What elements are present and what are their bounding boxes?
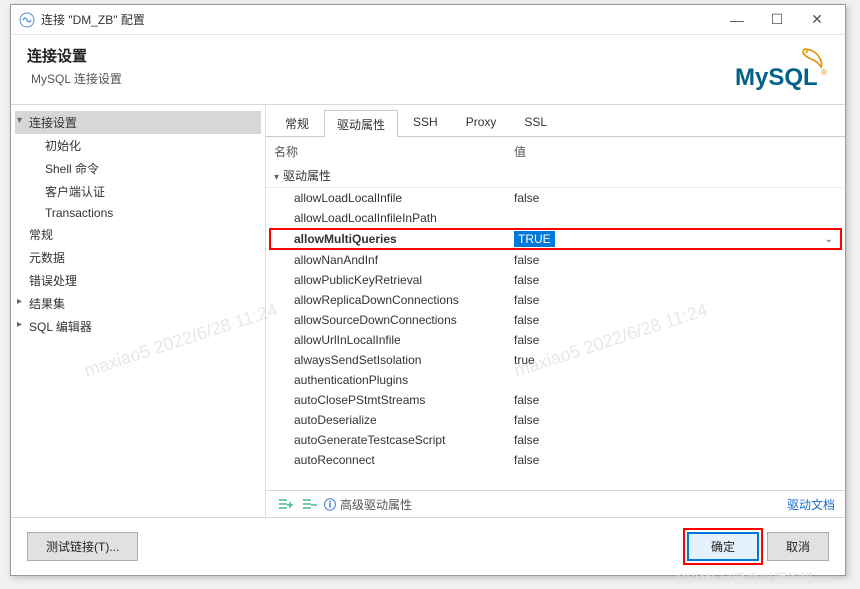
prop-value[interactable]: false bbox=[514, 313, 835, 327]
window-title: 连接 "DM_ZB" 配置 bbox=[41, 11, 717, 28]
chevron-down-icon[interactable]: ⌄ bbox=[825, 234, 833, 245]
col-name: 名称 bbox=[274, 143, 514, 160]
titlebar: 连接 "DM_ZB" 配置 — ☐ ✕ bbox=[11, 5, 845, 35]
props-root[interactable]: ▾驱动属性 bbox=[266, 164, 845, 187]
prop-name: autoGenerateTestcaseScript bbox=[294, 433, 514, 447]
prop-value[interactable]: false bbox=[514, 393, 835, 407]
prop-value[interactable]: TRUE bbox=[514, 231, 555, 247]
prop-row[interactable]: autoClosePStmtStreamsfalse bbox=[266, 390, 845, 410]
cancel-button[interactable]: 取消 bbox=[767, 532, 829, 561]
prop-row[interactable]: allowLoadLocalInfileInPath bbox=[266, 208, 845, 228]
tab-driver-props[interactable]: 驱动属性 bbox=[324, 110, 398, 137]
dialog-body: ▾连接设置 初始化 Shell 命令 客户端认证 Transactions 常规… bbox=[11, 104, 845, 517]
prop-value[interactable]: false bbox=[514, 453, 835, 467]
tab-ssl[interactable]: SSL bbox=[511, 109, 560, 136]
sidebar-item-general[interactable]: 常规 bbox=[15, 223, 261, 246]
prop-row[interactable]: autoDeserializefalse bbox=[266, 410, 845, 430]
add-icon[interactable] bbox=[276, 495, 294, 513]
mysql-logo: MySQL ® bbox=[719, 45, 829, 96]
sidebar-item-error-handling[interactable]: 错误处理 bbox=[15, 269, 261, 292]
info-icon: ⓘ bbox=[324, 496, 336, 513]
prop-name: allowSourceDownConnections bbox=[294, 313, 514, 327]
prop-name: alwaysSendSetIsolation bbox=[294, 353, 514, 367]
prop-value[interactable]: true bbox=[514, 353, 835, 367]
tab-general[interactable]: 常规 bbox=[272, 109, 322, 136]
driver-doc-link[interactable]: 驱动文档 bbox=[787, 496, 835, 513]
tabs: 常规 驱动属性 SSH Proxy SSL bbox=[266, 105, 845, 137]
sidebar-item-client-auth[interactable]: 客户端认证 bbox=[15, 180, 261, 203]
prop-name: allowNanAndInf bbox=[294, 253, 514, 267]
sidebar: ▾连接设置 初始化 Shell 命令 客户端认证 Transactions 常规… bbox=[11, 105, 266, 517]
prop-name: allowUrlInLocalInfile bbox=[294, 333, 514, 347]
minimize-button[interactable]: — bbox=[717, 6, 757, 34]
sidebar-item-init[interactable]: 初始化 bbox=[15, 134, 261, 157]
props-list[interactable]: allowLoadLocalInfilefalseallowLoadLocalI… bbox=[266, 187, 845, 490]
prop-row[interactable]: allowMultiQueriesTRUE ⌄ bbox=[270, 229, 841, 249]
prop-value[interactable]: false bbox=[514, 333, 835, 347]
prop-row[interactable]: autoGenerateTestcaseScriptfalse bbox=[266, 430, 845, 450]
ok-button[interactable]: 确定 bbox=[687, 532, 759, 561]
header: 连接设置 MySQL 连接设置 MySQL ® bbox=[11, 35, 845, 104]
prop-row[interactable]: allowReplicaDownConnectionsfalse bbox=[266, 290, 845, 310]
table-header: 名称 值 bbox=[266, 137, 845, 164]
sidebar-item-metadata[interactable]: 元数据 bbox=[15, 246, 261, 269]
prop-name: autoDeserialize bbox=[294, 413, 514, 427]
prop-name: allowLoadLocalInfile bbox=[294, 191, 514, 205]
sidebar-item-connection-settings[interactable]: ▾连接设置 bbox=[15, 111, 261, 134]
sidebar-item-shell[interactable]: Shell 命令 bbox=[15, 157, 261, 180]
svg-text:MySQL: MySQL bbox=[735, 64, 818, 91]
sidebar-item-transactions[interactable]: Transactions bbox=[15, 203, 261, 223]
page-subtitle: MySQL 连接设置 bbox=[27, 70, 719, 87]
prop-row[interactable]: autoReconnectfalse bbox=[266, 450, 845, 470]
prop-name: allowReplicaDownConnections bbox=[294, 293, 514, 307]
prop-name: allowLoadLocalInfileInPath bbox=[294, 211, 514, 225]
prop-row[interactable]: authenticationPlugins bbox=[266, 370, 845, 390]
prop-value[interactable]: false bbox=[514, 413, 835, 427]
col-value: 值 bbox=[514, 143, 837, 160]
advanced-props-link[interactable]: ⓘ高级驱动属性 bbox=[324, 496, 412, 513]
prop-value[interactable]: false bbox=[514, 273, 835, 287]
dialog-window: 连接 "DM_ZB" 配置 — ☐ ✕ 连接设置 MySQL 连接设置 MySQ… bbox=[10, 4, 846, 576]
prop-name: autoReconnect bbox=[294, 453, 514, 467]
main-panel: 常规 驱动属性 SSH Proxy SSL 名称 值 ▾驱动属性 allowLo… bbox=[266, 105, 845, 517]
prop-row[interactable]: allowUrlInLocalInfilefalse bbox=[266, 330, 845, 350]
svg-text:®: ® bbox=[821, 68, 827, 77]
window-controls: — ☐ ✕ bbox=[717, 6, 837, 34]
test-connection-button[interactable]: 测试链接(T)... bbox=[27, 532, 138, 561]
prop-row[interactable]: allowSourceDownConnectionsfalse bbox=[266, 310, 845, 330]
prop-value[interactable]: false bbox=[514, 293, 835, 307]
prop-name: allowPublicKeyRetrieval bbox=[294, 273, 514, 287]
close-button[interactable]: ✕ bbox=[797, 6, 837, 34]
tab-ssh[interactable]: SSH bbox=[400, 109, 451, 136]
prop-row[interactable]: allowNanAndInffalse bbox=[266, 250, 845, 270]
maximize-button[interactable]: ☐ bbox=[757, 6, 797, 34]
sidebar-item-resultset[interactable]: ▸结果集 bbox=[15, 292, 261, 315]
prop-name: autoClosePStmtStreams bbox=[294, 393, 514, 407]
prop-name: allowMultiQueries bbox=[294, 232, 514, 246]
page-title: 连接设置 bbox=[27, 45, 719, 66]
remove-icon[interactable] bbox=[300, 495, 318, 513]
button-bar: 测试链接(T)... 确定 取消 bbox=[11, 517, 845, 575]
app-icon bbox=[19, 12, 35, 28]
prop-value[interactable]: false bbox=[514, 253, 835, 267]
sidebar-item-sql-editor[interactable]: ▸SQL 编辑器 bbox=[15, 315, 261, 338]
prop-value[interactable]: false bbox=[514, 191, 835, 205]
prop-value[interactable]: false bbox=[514, 433, 835, 447]
prop-row[interactable]: alwaysSendSetIsolationtrue bbox=[266, 350, 845, 370]
prop-name: authenticationPlugins bbox=[294, 373, 514, 387]
prop-row[interactable]: allowPublicKeyRetrievalfalse bbox=[266, 270, 845, 290]
csdn-watermark: CSDN @晓之以理的喵~~ bbox=[676, 568, 830, 587]
prop-row[interactable]: allowLoadLocalInfilefalse bbox=[266, 188, 845, 208]
props-toolbar: ⓘ高级驱动属性 驱动文档 bbox=[266, 490, 845, 517]
tab-proxy[interactable]: Proxy bbox=[453, 109, 510, 136]
